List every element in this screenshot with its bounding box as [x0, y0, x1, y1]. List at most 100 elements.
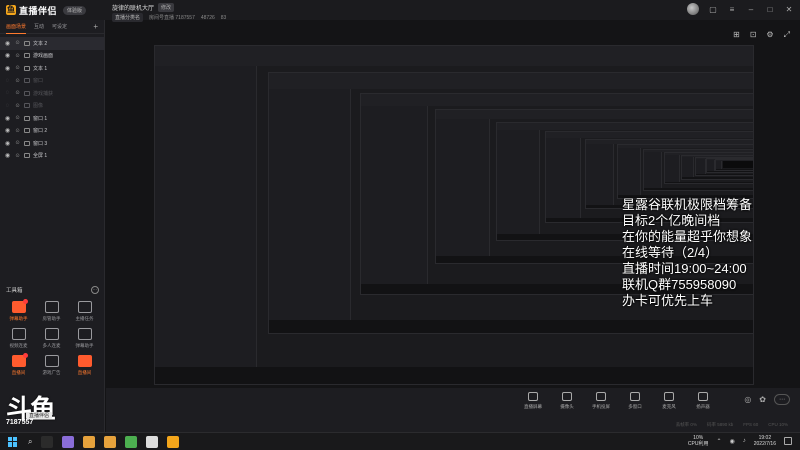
eye-icon[interactable]: ◌	[4, 103, 11, 109]
toolbox-item[interactable]: 直播间	[2, 353, 35, 376]
tool-icon	[77, 301, 92, 313]
lock-icon[interactable]: ⊙	[14, 103, 21, 109]
control-window[interactable]: 多窗口	[623, 392, 647, 410]
lock-icon[interactable]: ⊙	[14, 153, 21, 159]
lock-icon[interactable]: ⊙	[14, 140, 21, 146]
camera-icon	[562, 392, 572, 401]
avatar[interactable]	[687, 3, 699, 15]
toolbox-grid: 弹幕助手 房管助手 主播任务 视频连麦 多人连麦 弹幕助手 直播间 游戏广告 直播间	[2, 299, 102, 376]
tab-interaction[interactable]: 互动	[34, 20, 44, 33]
scene-item-label: 窗口 1	[33, 115, 48, 122]
record-icon[interactable]: ◎	[744, 395, 751, 404]
control-label: 手机投屏	[592, 404, 610, 409]
scene-item-label: 游戏捕获	[33, 90, 54, 97]
cpu-meter: 10% CPU利用	[688, 435, 709, 447]
tool-label: 直播间	[11, 370, 26, 375]
taskbar-app-icon[interactable]	[62, 435, 75, 448]
scene-item[interactable]: ◌ ⊙ 图像	[0, 100, 104, 113]
source-icon	[24, 115, 30, 121]
version-badge[interactable]: 体验版	[63, 5, 87, 15]
toolbox-item[interactable]: 游戏广告	[35, 355, 68, 376]
watermark-tag: 直播伴侣	[26, 412, 53, 419]
start-live-button[interactable]: ⋯	[774, 394, 790, 405]
lock-icon[interactable]: ⊙	[14, 78, 21, 84]
eye-icon[interactable]: ◉	[4, 140, 11, 147]
chevron-up-icon[interactable]: ⌃	[716, 438, 721, 445]
scene-item[interactable]: ◉ ⊙ 文本 1	[0, 62, 104, 75]
maximize-icon[interactable]: □	[765, 5, 775, 14]
overlay-line: 直播时间19:00~24:00	[622, 261, 747, 276]
scene-item-label: 窗口	[33, 78, 44, 85]
eye-icon[interactable]: ◉	[4, 127, 11, 134]
toolbox-item[interactable]: 多人连麦	[35, 328, 68, 349]
source-icon	[24, 128, 30, 134]
toolbox-item[interactable]: 弹幕助手	[2, 299, 35, 322]
edit-title-button[interactable]: 修改	[158, 3, 175, 12]
source-icon	[24, 90, 30, 96]
network-icon[interactable]: ◉	[730, 438, 735, 445]
eye-icon[interactable]: ◉	[4, 115, 11, 122]
toolbox-item[interactable]: 主播任务	[68, 301, 101, 322]
scene-item[interactable]: ◉ ⊙ 窗口 2	[0, 125, 104, 138]
close-icon[interactable]: ✕	[784, 5, 794, 14]
start-button[interactable]	[8, 436, 18, 447]
clock[interactable]: 19:02 2022/7/16	[754, 435, 776, 447]
menu-icon[interactable]: ≡	[727, 5, 737, 14]
notification-icon[interactable]	[784, 437, 792, 445]
eye-icon[interactable]: ◌	[4, 78, 11, 84]
eye-icon[interactable]: ◉	[4, 40, 11, 47]
tool-icon	[44, 328, 59, 340]
tab-settings[interactable]: 可设定	[52, 20, 67, 33]
lock-icon[interactable]: ⊡	[750, 30, 757, 40]
toolbox-more-icon[interactable]: ⋯	[91, 286, 99, 294]
category-pill[interactable]: 直播分类名	[112, 13, 144, 22]
scene-item[interactable]: ◌ ⊙ 窗口	[0, 75, 104, 88]
taskbar-app-icon[interactable]	[83, 435, 96, 448]
lock-icon[interactable]: ⊙	[14, 53, 21, 59]
eye-icon[interactable]: ◉	[4, 152, 11, 159]
lock-icon[interactable]: ⊙	[14, 90, 21, 96]
toolbox-item[interactable]: 视频连麦	[2, 328, 35, 349]
add-source-icon[interactable]: +	[93, 22, 98, 31]
toolbox-item[interactable]: 直播间	[68, 355, 101, 376]
eye-icon[interactable]: ◌	[4, 90, 11, 96]
taskbar-app-icon[interactable]	[104, 435, 117, 448]
control-screen[interactable]: 直播屏幕	[521, 392, 545, 410]
lock-icon[interactable]: ⊙	[14, 65, 21, 71]
control-speaker[interactable]: 扬声器	[691, 392, 715, 410]
control-phone[interactable]: 手机投屏	[589, 392, 613, 410]
beauty-icon[interactable]: ✿	[759, 395, 766, 404]
volume-icon[interactable]: ♪	[743, 438, 746, 444]
lock-icon[interactable]: ⊙	[14, 128, 21, 134]
status-item: 码率 5890 kb	[706, 422, 734, 427]
source-icon	[24, 53, 30, 59]
scene-item[interactable]: ◉ ⊙ 文本 2	[0, 37, 104, 50]
scene-item[interactable]: ◉ ⊙ 窗口 3	[0, 137, 104, 150]
toolbox-item[interactable]: 房管助手	[35, 301, 68, 322]
lock-icon[interactable]: ⊙	[14, 115, 21, 121]
eye-icon[interactable]: ◉	[4, 52, 11, 59]
scene-item[interactable]: ◉ ⊙ 窗口 1	[0, 112, 104, 125]
taskbar-app-icon[interactable]	[167, 435, 180, 448]
scene-item-label: 文本 2	[33, 40, 48, 47]
settings-icon[interactable]: ⚙	[766, 30, 773, 40]
control-camera[interactable]: 摄像头	[555, 392, 579, 410]
taskbar-app-icon[interactable]	[146, 435, 159, 448]
source-icon	[24, 78, 30, 84]
toolbox-item[interactable]: 弹幕助手	[68, 328, 101, 349]
scene-item[interactable]: ◌ ⊙ 游戏捕获	[0, 87, 104, 100]
capture-controls: 直播屏幕 摄像头 手机投屏 多窗口 麦克风 扬声器	[521, 392, 715, 410]
lock-icon[interactable]: ⊙	[14, 40, 21, 46]
scene-item[interactable]: ◉ ⊙ 游戏画面	[0, 50, 104, 63]
fullscreen-icon[interactable]: ⤢	[784, 30, 790, 40]
taskbar-app-icon[interactable]	[125, 435, 138, 448]
eye-icon[interactable]: ◉	[4, 65, 11, 72]
control-mic[interactable]: 麦克风	[657, 392, 681, 410]
scene-item[interactable]: ◉ ⊙ 全屏 1	[0, 150, 104, 163]
skin-icon[interactable]: ▢	[708, 5, 718, 14]
layout-icon[interactable]: ⊞	[733, 30, 740, 40]
minimize-icon[interactable]: –	[746, 5, 756, 14]
taskbar-app-icon[interactable]	[41, 435, 54, 448]
source-icon	[24, 153, 30, 159]
tab-scenes[interactable]: 画面场景	[6, 20, 27, 34]
